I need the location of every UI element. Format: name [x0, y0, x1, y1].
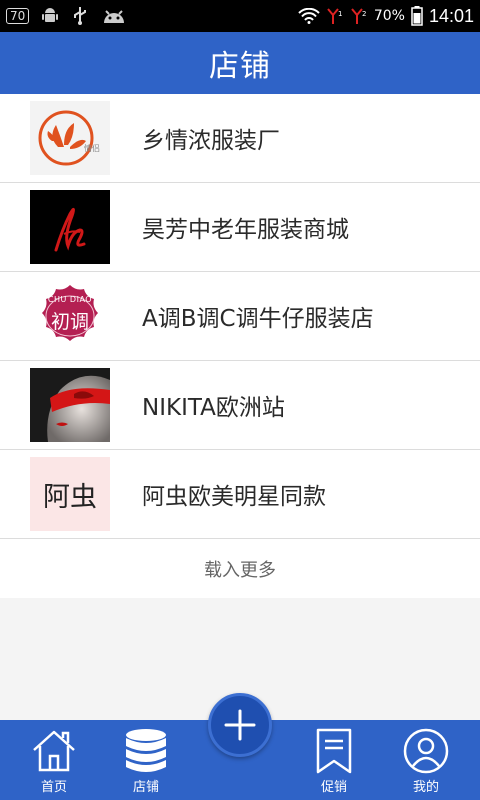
chudiao-logo: CHU DIAO 初调 [30, 279, 110, 353]
home-icon [30, 726, 78, 776]
usb-icon [71, 6, 89, 26]
nav-home[interactable]: 首页 [14, 720, 94, 800]
shop-name: 昊芳中老年服装商城 [142, 217, 349, 243]
flower-logo: 情侣 [30, 101, 110, 175]
nav-mine[interactable]: 我的 [386, 720, 466, 800]
svg-text:1: 1 [338, 10, 342, 18]
script-logo [30, 190, 110, 264]
nav-mine-label: 我的 [412, 780, 439, 795]
load-more-label: 载入更多 [204, 559, 276, 581]
red-mask-logo [30, 368, 110, 442]
signal-icon-1: 1 [326, 7, 344, 25]
chudiao-logo-top: CHU DIAO [47, 295, 93, 304]
flower-logo-text: 情侣 [84, 144, 100, 153]
nav-shops[interactable]: 店铺 [106, 720, 186, 800]
shop-row[interactable]: CHU DIAO 初调 A调B调C调牛仔服装店 [0, 272, 480, 361]
clock: 14:01 [428, 5, 474, 26]
shop-row[interactable]: 阿虫 阿虫欧美明星同款 [0, 450, 480, 539]
user-icon [402, 726, 450, 776]
status-bar: 70 1 2 70% 14:01 [0, 0, 480, 32]
nav-promotions-label: 促销 [320, 780, 347, 795]
battery-percent: 70% [373, 8, 405, 24]
page-title: 店铺 [209, 49, 271, 84]
signal-icon-2: 2 [350, 7, 368, 25]
notification-badge: 70 [6, 8, 30, 24]
nav-home-label: 首页 [40, 780, 67, 795]
app-header: 店铺 [0, 32, 480, 94]
battery-icon [411, 6, 423, 26]
add-button[interactable] [208, 693, 272, 757]
android-robot-icon [101, 7, 127, 25]
bookmark-icon [314, 726, 354, 776]
shop-name: NIKITA欧洲站 [142, 395, 285, 421]
database-icon [122, 726, 170, 776]
shop-list: 情侣 乡情浓服装厂 昊芳中老年服装商城 CHU DIAO 初调 A调B调C调牛仔… [0, 94, 480, 598]
shop-row[interactable]: 昊芳中老年服装商城 [0, 183, 480, 272]
plus-icon [223, 708, 257, 742]
nav-shops-label: 店铺 [132, 780, 159, 795]
load-more-button[interactable]: 载入更多 [0, 539, 480, 598]
android-icon [41, 7, 59, 25]
shop-name: 乡情浓服装厂 [142, 128, 280, 154]
shop-name: A调B调C调牛仔服装店 [142, 306, 374, 332]
shop-name: 阿虫欧美明星同款 [142, 484, 326, 510]
shop-row[interactable]: NIKITA欧洲站 [0, 361, 480, 450]
text-logo-label: 阿虫 [43, 481, 97, 513]
wifi-icon [298, 8, 320, 24]
svg-text:2: 2 [362, 10, 366, 18]
chudiao-logo-main: 初调 [50, 311, 89, 333]
shop-row[interactable]: 情侣 乡情浓服装厂 [0, 94, 480, 183]
nav-promotions[interactable]: 促销 [294, 720, 374, 800]
text-logo: 阿虫 [30, 457, 110, 531]
